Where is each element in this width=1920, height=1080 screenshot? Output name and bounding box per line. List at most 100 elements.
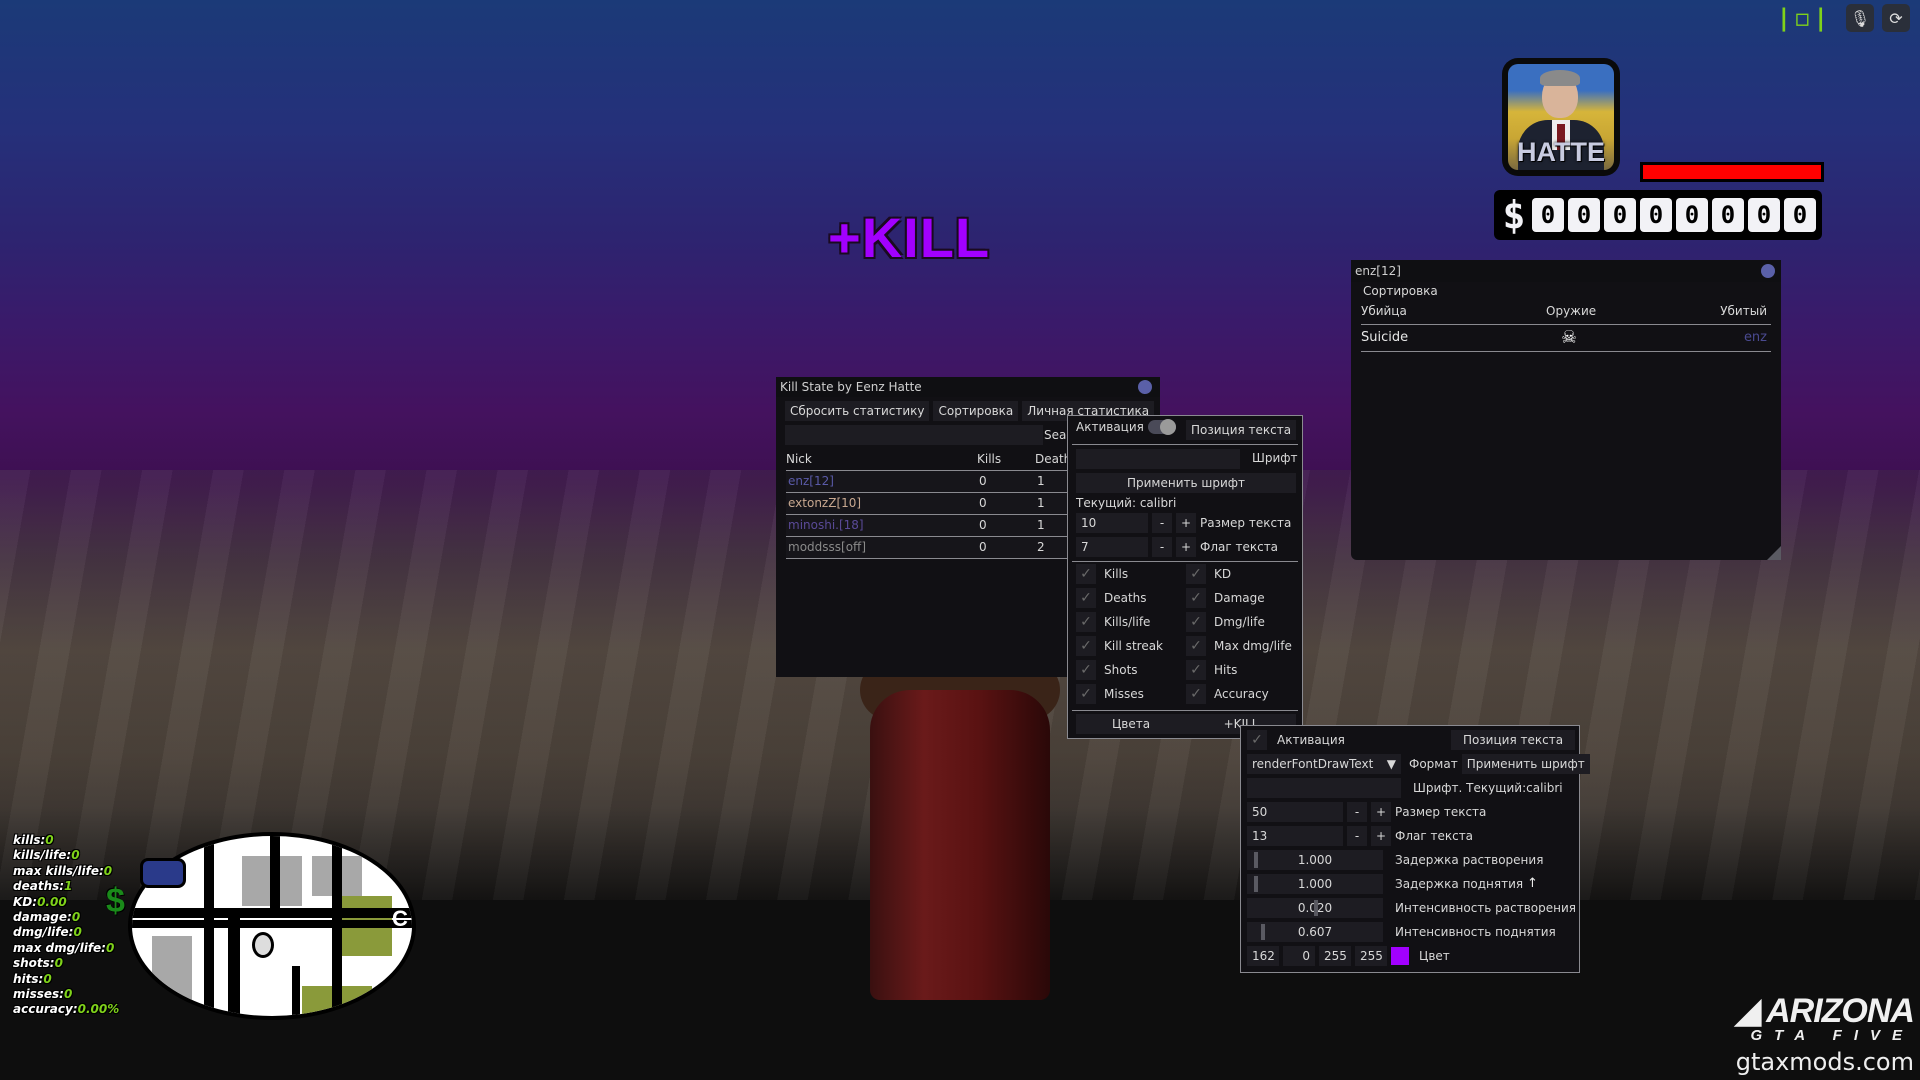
microphone-icon[interactable]: 🎙 — [1846, 4, 1874, 32]
stat-checkbox-kd[interactable]: ✓ KD — [1186, 564, 1296, 584]
apply-font-button[interactable]: Применить шрифт — [1461, 754, 1590, 774]
text-size-input[interactable]: 50 — [1247, 802, 1343, 822]
color-g-input[interactable]: 0 — [1283, 946, 1315, 966]
slider-grab-handle[interactable] — [1261, 924, 1266, 940]
text-flag-input[interactable]: 7 — [1076, 537, 1148, 557]
player-kills: 0 — [979, 540, 987, 554]
sort-button[interactable]: Сортировка — [933, 401, 1019, 421]
stat-checkbox-dmg-life[interactable]: ✓ Dmg/life — [1186, 612, 1296, 632]
player-nick[interactable]: extonzZ[10] — [788, 493, 861, 514]
format-select[interactable]: renderFontDrawText ▼ — [1247, 754, 1401, 774]
text-size-plus-button[interactable]: + — [1371, 802, 1391, 822]
slider-grab-handle[interactable] — [1253, 876, 1258, 892]
text-size-plus-button[interactable]: + — [1176, 513, 1196, 533]
font-current-label: Шрифт. Текущий:calibri — [1413, 781, 1563, 795]
logo-rays-icon: ◢ — [1734, 992, 1761, 1030]
slider-grab-handle[interactable] — [1314, 900, 1318, 916]
checkbox-label: Kill streak — [1104, 639, 1163, 653]
slider-grab-handle[interactable] — [1253, 852, 1258, 868]
resize-grip[interactable] — [1767, 546, 1781, 560]
slider[interactable]: 0.020 — [1247, 898, 1383, 918]
text-flag-input[interactable]: 13 — [1247, 826, 1343, 846]
stat-checkbox-accuracy[interactable]: ✓ Accuracy — [1186, 684, 1296, 704]
slider-label: Задержка растворения — [1395, 853, 1544, 867]
stat-label: hits: — [13, 971, 44, 986]
avatar-image: HATTE — [1508, 64, 1614, 170]
activation-checkbox[interactable]: ✓ — [1247, 730, 1267, 750]
site-url: gtaxmods.com — [1735, 1048, 1914, 1076]
player-nick[interactable]: enz[12] — [788, 471, 834, 492]
text-flag-minus-button[interactable]: - — [1347, 826, 1367, 846]
stat-checkbox-deaths[interactable]: ✓ Deaths — [1076, 588, 1186, 608]
window-collapse-button[interactable] — [1138, 380, 1152, 394]
text-flag-plus-button[interactable]: + — [1176, 537, 1196, 557]
stat-checkbox-max-dmg-life[interactable]: ✓ Max dmg/life — [1186, 636, 1296, 656]
slider-label: Задержка поднятия — [1395, 877, 1524, 891]
sort-button[interactable]: Сортировка — [1363, 284, 1438, 298]
checkmark-icon[interactable]: ✓ — [1186, 684, 1206, 704]
apply-font-button[interactable]: Применить шрифт — [1076, 473, 1296, 493]
stat-checkbox-misses[interactable]: ✓ Misses — [1076, 684, 1186, 704]
stat-checkbox-hits[interactable]: ✓ Hits — [1186, 660, 1296, 680]
reset-stats-button[interactable]: Сбросить статистику — [785, 401, 930, 421]
stat-checkbox-shots[interactable]: ✓ Shots — [1076, 660, 1186, 680]
text-position-button[interactable]: Позиция текста — [1451, 730, 1575, 750]
font-input[interactable] — [1247, 778, 1401, 798]
player-deaths: 1 — [1037, 518, 1045, 532]
window-collapse-button[interactable] — [1761, 264, 1775, 278]
refresh-icon[interactable]: ⟳ — [1882, 4, 1910, 32]
map-road — [292, 966, 300, 1016]
stat-checkboxes: ✓ Kills ✓ KD ✓ Deaths ✓ Damage ✓ Kills/life ✓ Dmg/l… — [1076, 564, 1296, 704]
text-flag-minus-button[interactable]: - — [1152, 537, 1172, 557]
checkmark-icon[interactable]: ✓ — [1186, 660, 1206, 680]
arizona-logo: ◢ ARIZONA — [1734, 991, 1915, 1031]
checkmark-icon[interactable]: ✓ — [1076, 588, 1096, 608]
activation-toggle[interactable] — [1147, 419, 1176, 435]
player-nick[interactable]: minoshi.[18] — [788, 515, 864, 536]
color-b-input[interactable]: 255 — [1319, 946, 1351, 966]
table-row[interactable]: Suicide ☠ enz — [1361, 326, 1771, 350]
stat-value: 1 — [64, 879, 73, 894]
text-size-minus-button[interactable]: - — [1347, 802, 1367, 822]
money-digit: 0 — [1712, 198, 1744, 232]
mouse-cursor-icon: ↑ — [1527, 876, 1538, 891]
stat-checkbox-kill-streak[interactable]: ✓ Kill streak — [1076, 636, 1186, 656]
color-a-input[interactable]: 255 — [1355, 946, 1387, 966]
checkmark-icon[interactable]: ✓ — [1076, 612, 1096, 632]
color-r-input[interactable]: 162 — [1247, 946, 1279, 966]
checkbox-label: Kills — [1104, 567, 1129, 581]
slider-value: 1.000 — [1297, 853, 1333, 867]
checkmark-icon[interactable]: ✓ — [1186, 612, 1206, 632]
slider[interactable]: 1.000 — [1247, 850, 1383, 870]
stat-checkbox-damage[interactable]: ✓ Damage — [1186, 588, 1296, 608]
checkmark-icon[interactable]: ✓ — [1076, 636, 1096, 656]
column-kills[interactable]: Kills — [977, 449, 1001, 469]
text-position-button[interactable]: Позиция текста — [1186, 420, 1296, 440]
stat-value: 0 — [71, 848, 80, 863]
colors-button[interactable]: Цвета — [1076, 714, 1186, 734]
checkmark-icon[interactable]: ✓ — [1186, 588, 1206, 608]
text-flag-plus-button[interactable]: + — [1371, 826, 1391, 846]
text-size-minus-button[interactable]: - — [1152, 513, 1172, 533]
stat-line: max kills/life:0 — [13, 864, 119, 879]
search-input[interactable] — [785, 425, 1043, 445]
player-nick[interactable]: moddsss[off] — [788, 537, 866, 558]
text-size-input[interactable]: 10 — [1076, 513, 1148, 533]
stat-checkbox-kills-life[interactable]: ✓ Kills/life — [1076, 612, 1186, 632]
kill-state-window-title[interactable]: Kill State by Eenz Hatte — [776, 377, 1160, 397]
text-flag-label: Флаг текста — [1200, 540, 1279, 554]
compass-letter: C — [392, 906, 408, 931]
slider[interactable]: 1.000 — [1247, 874, 1383, 894]
checkmark-icon[interactable]: ✓ — [1076, 564, 1096, 584]
column-nick[interactable]: Nick — [786, 449, 812, 469]
checkmark-icon[interactable]: ✓ — [1186, 636, 1206, 656]
font-input[interactable] — [1076, 449, 1240, 469]
checkmark-icon[interactable]: ✓ — [1076, 684, 1096, 704]
slider[interactable]: 0.607 — [1247, 922, 1383, 942]
kill-detail-window-title[interactable]: enz[12] — [1351, 260, 1781, 282]
stat-line: kills/life:0 — [13, 848, 119, 863]
stat-checkbox-kills[interactable]: ✓ Kills — [1076, 564, 1186, 584]
color-swatch[interactable] — [1391, 947, 1409, 965]
checkmark-icon[interactable]: ✓ — [1186, 564, 1206, 584]
checkmark-icon[interactable]: ✓ — [1076, 660, 1096, 680]
